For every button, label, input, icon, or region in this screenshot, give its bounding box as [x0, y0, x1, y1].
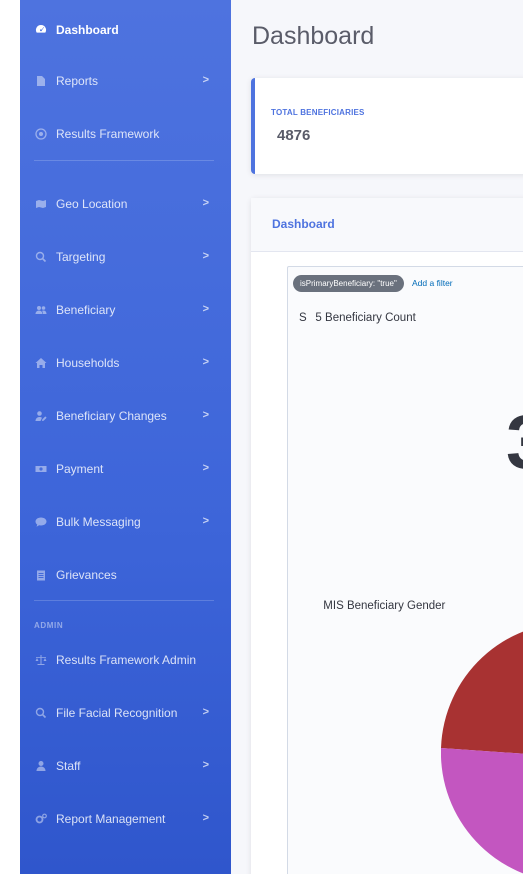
- sidebar-item-label: Beneficiary Changes: [56, 409, 167, 423]
- sidebar-item-results-framework-admin[interactable]: Results Framework Admin: [20, 640, 231, 680]
- sidebar-item-label: Report Management: [56, 812, 166, 826]
- chevron-right-icon: >: [202, 409, 209, 421]
- sidebar-item-label: Staff: [56, 759, 81, 773]
- sidebar-divider: [34, 160, 214, 161]
- sidebar-item-label: Dashboard: [56, 23, 119, 37]
- chevron-right-icon: >: [202, 356, 209, 368]
- sidebar-item-label: Reports: [56, 74, 99, 88]
- users-icon: [34, 303, 48, 317]
- beneficiary-count-metric: 3: [506, 399, 523, 486]
- sidebar-item-file-facial-recognition[interactable]: File Facial Recognition >: [20, 693, 231, 733]
- chevron-right-icon: >: [202, 462, 209, 474]
- sidebar-item-label: Results Framework Admin: [56, 653, 197, 667]
- page-title: Dashboard: [252, 22, 375, 50]
- user-edit-icon: [34, 409, 48, 423]
- chevron-right-icon: >: [202, 250, 209, 262]
- clipboard-icon: [34, 568, 48, 582]
- sidebar-item-label: Beneficiary: [56, 303, 116, 317]
- chevron-right-icon: >: [202, 197, 209, 209]
- chevron-right-icon: >: [202, 706, 209, 718]
- user-icon: [34, 759, 48, 773]
- sidebar-item-households[interactable]: Households >: [20, 343, 231, 383]
- sidebar-item-label: Households: [56, 356, 120, 370]
- dashboard-card-title: Dashboard: [272, 217, 335, 231]
- sidebar-item-payment[interactable]: Payment >: [20, 449, 231, 489]
- chevron-right-icon: >: [202, 812, 209, 824]
- sidebar-item-staff[interactable]: Staff >: [20, 746, 231, 786]
- tachometer-icon: [34, 23, 48, 37]
- search-icon: [34, 250, 48, 264]
- pie-slice-magenta: [441, 748, 523, 874]
- sidebar-item-targeting[interactable]: Targeting >: [20, 237, 231, 277]
- sidebar-item-label: Targeting: [56, 250, 106, 264]
- sidebar-item-label: Bulk Messaging: [56, 515, 141, 529]
- embedded-dashboard-frame[interactable]: isPrimaryBeneficiary: "true" Add a filte…: [287, 266, 523, 874]
- beneficiary-count-panel-title: S 5 Beneficiary Count: [299, 312, 416, 324]
- main-content: Dashboard TOTAL BENEFICIARIES 4876 Dashb…: [231, 0, 523, 874]
- pie-slice-red: [441, 631, 523, 754]
- sidebar-item-label: Results Framework: [56, 127, 160, 141]
- chevron-right-icon: >: [202, 515, 209, 527]
- beneficiary-gender-panel-title: MIS Beneficiary Gender: [321, 600, 446, 612]
- home-icon: [34, 356, 48, 370]
- sidebar-item-geo-location[interactable]: Geo Location >: [20, 184, 231, 224]
- cogs-icon: [34, 812, 48, 826]
- file-icon: [34, 74, 48, 88]
- sidebar-item-grievances[interactable]: Grievances: [20, 555, 231, 595]
- sidebar-item-reports[interactable]: Reports >: [20, 61, 231, 101]
- dashboard-card-header: Dashboard: [251, 198, 523, 252]
- sidebar-item-label: Payment: [56, 462, 104, 476]
- sidebar-divider: [34, 600, 214, 601]
- map-icon: [34, 197, 48, 211]
- sidebar-item-dashboard[interactable]: Dashboard: [20, 10, 231, 50]
- sidebar-item-label: File Facial Recognition: [56, 706, 178, 720]
- sidebar-item-label: Geo Location: [56, 197, 128, 211]
- chevron-right-icon: >: [202, 759, 209, 771]
- sidebar-item-beneficiary-changes[interactable]: Beneficiary Changes >: [20, 396, 231, 436]
- sidebar-item-bulk-messaging[interactable]: Bulk Messaging >: [20, 502, 231, 542]
- chevron-right-icon: >: [202, 303, 209, 315]
- bullseye-icon: [34, 127, 48, 141]
- balance-scale-icon: [34, 653, 48, 667]
- sidebar-heading-admin: ADMIN: [34, 621, 64, 630]
- filter-pill[interactable]: isPrimaryBeneficiary: "true": [293, 275, 404, 292]
- chevron-right-icon: >: [202, 74, 209, 86]
- beneficiary-gender-pie-chart[interactable]: [441, 627, 523, 874]
- total-beneficiaries-card: TOTAL BENEFICIARIES 4876: [251, 78, 523, 174]
- search-icon: [34, 706, 48, 720]
- sidebar-item-beneficiary[interactable]: Beneficiary >: [20, 290, 231, 330]
- total-beneficiaries-value: 4876: [277, 127, 311, 144]
- sidebar-item-label: Grievances: [56, 568, 117, 582]
- total-beneficiaries-label: TOTAL BENEFICIARIES: [271, 108, 365, 117]
- sidebar: Dashboard Reports > Results Framework Ge…: [20, 0, 231, 874]
- add-filter-link[interactable]: Add a filter: [412, 278, 453, 288]
- money-bill-icon: [34, 462, 48, 476]
- sidebar-item-results-framework[interactable]: Results Framework: [20, 114, 231, 154]
- sidebar-item-report-management[interactable]: Report Management >: [20, 799, 231, 839]
- comment-icon: [34, 515, 48, 529]
